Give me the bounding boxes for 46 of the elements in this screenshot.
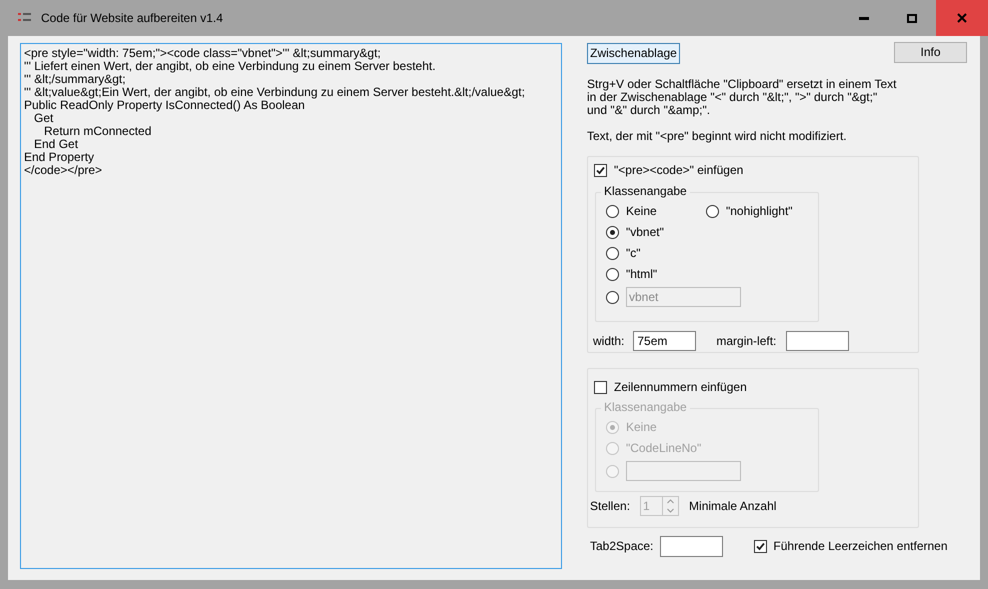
radio-button[interactable] bbox=[706, 205, 719, 218]
group-title: Klassenangabe bbox=[601, 185, 690, 198]
checkbox-label: Führende Leerzeichen entfernen bbox=[773, 540, 948, 553]
info-button[interactable]: Info bbox=[894, 42, 967, 63]
radio-button[interactable] bbox=[606, 268, 619, 281]
digits-label: Stellen: bbox=[590, 500, 630, 512]
width-label: width: bbox=[593, 334, 624, 348]
checkbox[interactable] bbox=[594, 164, 607, 177]
code-editor[interactable] bbox=[20, 43, 562, 569]
margin-left-label: margin-left: bbox=[716, 334, 776, 348]
margin-left-input-field[interactable] bbox=[786, 331, 850, 351]
checkbox-label: "<pre><code>" einfügen bbox=[614, 164, 744, 177]
width-input-field[interactable]: 75em bbox=[633, 331, 696, 351]
description-text: Text, der mit "<pre" beginnt wird nicht modifiziert. bbox=[587, 130, 848, 143]
code-line: Public ReadOnly Property IsConnected() As Boolean bbox=[24, 99, 305, 112]
radio-button[interactable] bbox=[606, 205, 619, 218]
code-line: End Get bbox=[33, 138, 78, 151]
clipboard-button[interactable]: Zwischenablage bbox=[587, 43, 680, 64]
radio-label: "html" bbox=[626, 268, 658, 281]
digits-note: Minimale Anzahl bbox=[689, 500, 776, 512]
tab2space-input-field[interactable] bbox=[660, 536, 724, 557]
tab2space-label: Tab2Space: bbox=[590, 540, 654, 553]
radio-label: Keine bbox=[626, 205, 657, 218]
radio-label: "CodeLineNo" bbox=[626, 442, 702, 455]
radio-button[interactable] bbox=[606, 247, 619, 260]
checkbox[interactable] bbox=[754, 540, 768, 553]
code-line: Return mConnected bbox=[43, 125, 152, 138]
radio-label: "nohighlight" bbox=[726, 205, 793, 218]
code-line: Get bbox=[33, 112, 54, 125]
code-line: <pre style="width: 75em;"><code class="vbnet">''' &lt;summary&gt; bbox=[24, 47, 381, 60]
group-title: Klassenangabe bbox=[601, 401, 690, 414]
checkbox[interactable] bbox=[594, 381, 607, 394]
close-icon bbox=[957, 13, 967, 23]
radio-label: "c" bbox=[626, 247, 641, 260]
code-line: ''' &lt;/summary&gt; bbox=[24, 73, 126, 86]
code-line: </code></pre> bbox=[24, 164, 102, 177]
code-line: ''' Liefert einen Wert, der angibt, ob eine Verbindung zu einem Server besteht. bbox=[24, 60, 436, 73]
radio-button[interactable] bbox=[606, 290, 619, 304]
code-line: ''' &lt;value&gt;Ein Wert, der angibt, ob eine Verbindung zu einem Server besteht.&lt;/value&gt; bbox=[24, 86, 525, 99]
checkbox-label: Zeilennummern einfügen bbox=[614, 381, 747, 394]
radio-button[interactable] bbox=[606, 226, 619, 239]
radio-label: Keine bbox=[626, 421, 657, 434]
window-title: Code für Website aufbereiten v1.4 bbox=[41, 12, 223, 24]
radio-label: "vbnet" bbox=[626, 226, 664, 239]
code-line: End Property bbox=[24, 151, 94, 164]
description-text: Strg+V oder Schaltfläche "Clipboard" ersetzt in einem Text in der Zwischenablage "<" durch "&lt;", ">" durch "&gt;" und "&" durch "&amp;". bbox=[587, 78, 898, 117]
